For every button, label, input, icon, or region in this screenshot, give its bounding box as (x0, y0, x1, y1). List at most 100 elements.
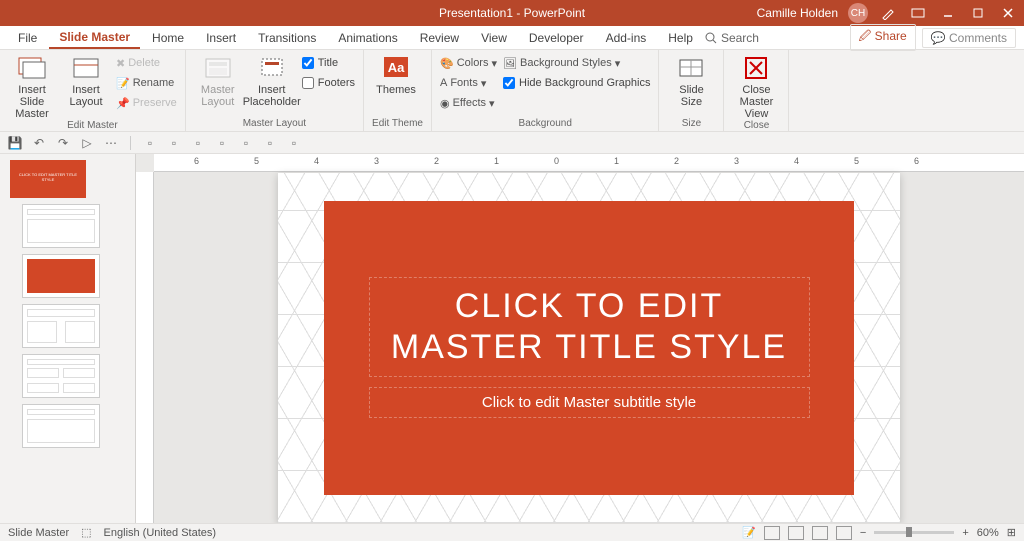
group-label: Size (667, 118, 715, 129)
redo-icon[interactable]: ↷ (54, 134, 72, 152)
group-master-layout: Master Layout Insert Placeholder Title F… (186, 50, 364, 131)
ribbon-display-icon[interactable] (908, 3, 928, 23)
group-label: Edit Theme (372, 118, 423, 129)
layout-thumbnail[interactable] (22, 354, 100, 398)
tab-home[interactable]: Home (142, 26, 194, 49)
master-layout-button[interactable]: Master Layout (194, 54, 242, 108)
chevron-down-icon: ▾ (491, 57, 497, 70)
qat-icon[interactable]: ▫ (165, 134, 183, 152)
close-master-view-button[interactable]: Close Master View (732, 54, 780, 120)
notes-button[interactable]: 📝 (742, 526, 756, 539)
group-label: Background (440, 118, 651, 129)
effects-icon: ◉ (440, 97, 450, 110)
fonts-button[interactable]: AFonts ▾ (440, 74, 497, 92)
delete-button[interactable]: ✖Delete (116, 54, 177, 72)
fonts-icon: A (440, 77, 447, 89)
undo-icon[interactable]: ↶ (30, 134, 48, 152)
master-layout-icon (202, 54, 234, 82)
more-icon[interactable]: ⋯ (102, 134, 120, 152)
layout-thumbnail[interactable] (22, 204, 100, 248)
slide-master[interactable]: CLICK TO EDIT MASTER TITLE STYLE Click t… (278, 173, 900, 523)
insert-slide-master-button[interactable]: Insert Slide Master (8, 54, 56, 120)
themes-button[interactable]: Aa Themes (372, 54, 420, 96)
slide-master-icon (16, 54, 48, 82)
slide-canvas[interactable]: CLICK TO EDIT MASTER TITLE STYLE Click t… (154, 172, 1024, 523)
tab-file[interactable]: File (8, 26, 47, 49)
zoom-level[interactable]: 60% (977, 527, 999, 539)
zoom-out-button[interactable]: − (860, 527, 866, 539)
subtitle-placeholder[interactable]: Click to edit Master subtitle style (369, 387, 810, 418)
insert-placeholder-button[interactable]: Insert Placeholder (248, 54, 296, 108)
group-close: Close Master View Close (724, 50, 789, 131)
fit-to-window-button[interactable]: ⊞ (1007, 526, 1016, 539)
tab-insert[interactable]: Insert (196, 26, 246, 49)
group-edit-master: Insert Slide Master Insert Layout ✖Delet… (0, 50, 186, 131)
insert-layout-button[interactable]: Insert Layout (62, 54, 110, 108)
chevron-down-icon: ▾ (481, 77, 487, 90)
close-icon[interactable] (998, 3, 1018, 23)
tab-help[interactable]: Help (658, 26, 703, 49)
slide-size-icon (675, 54, 707, 82)
quick-access-toolbar: 💾 ↶ ↷ ▷ ⋯ ▫ ▫ ▫ ▫ ▫ ▫ ▫ (0, 132, 1024, 154)
slideshow-button[interactable] (836, 526, 852, 540)
hide-bg-checkbox[interactable]: Hide Background Graphics (503, 74, 650, 92)
tab-view[interactable]: View (471, 26, 517, 49)
reading-view-button[interactable] (812, 526, 828, 540)
search-icon (705, 32, 717, 44)
slide-size-button[interactable]: Slide Size (667, 54, 715, 108)
master-thumbnail[interactable]: CLICK TO EDIT MASTER TITLE STYLE (10, 160, 86, 198)
qat-icon[interactable]: ▫ (141, 134, 159, 152)
ribbon-tabs: File Slide Master Home Insert Transition… (0, 26, 1024, 50)
horizontal-ruler[interactable]: 6 5 4 3 2 1 0 1 2 3 4 5 6 (154, 154, 1024, 172)
user-avatar[interactable]: CH (848, 3, 868, 23)
accessibility-icon[interactable]: ⬚ (81, 526, 91, 539)
zoom-in-button[interactable]: + (962, 527, 968, 539)
tab-animations[interactable]: Animations (328, 26, 407, 49)
effects-button[interactable]: ◉Effects ▾ (440, 94, 497, 112)
group-label: Edit Master (8, 120, 177, 131)
slide-sorter-button[interactable] (788, 526, 804, 540)
title-checkbox[interactable]: Title (302, 54, 355, 72)
tab-slide-master[interactable]: Slide Master (49, 26, 140, 49)
svg-text:Aa: Aa (388, 60, 405, 75)
delete-icon: ✖ (116, 57, 125, 70)
user-name[interactable]: Camille Holden (757, 6, 838, 20)
search-box[interactable]: Search (705, 31, 759, 45)
bg-styles-button[interactable]: 🖼Background Styles ▾ (503, 54, 650, 72)
qat-icon[interactable]: ▫ (213, 134, 231, 152)
normal-view-button[interactable] (764, 526, 780, 540)
tab-addins[interactable]: Add-ins (596, 26, 657, 49)
comments-button[interactable]: 💬 Comments (922, 28, 1016, 48)
footers-checkbox[interactable]: Footers (302, 74, 355, 92)
thumbnail-panel[interactable]: CLICK TO EDIT MASTER TITLE STYLE (0, 154, 136, 523)
layout-thumbnail[interactable] (22, 304, 100, 348)
layout-icon (70, 54, 102, 82)
preserve-button[interactable]: 📌Preserve (116, 94, 177, 112)
bg-styles-icon: 🖼 (503, 57, 517, 70)
vertical-ruler[interactable] (136, 172, 154, 523)
tab-developer[interactable]: Developer (519, 26, 594, 49)
maximize-icon[interactable] (968, 3, 988, 23)
tab-transitions[interactable]: Transitions (248, 26, 326, 49)
close-master-icon (740, 54, 772, 82)
colors-icon: 🎨 (440, 57, 454, 70)
share-button[interactable]: 🖉 Share (850, 24, 916, 51)
placeholder-icon (256, 54, 288, 82)
search-label: Search (721, 31, 759, 45)
rename-button[interactable]: 📝Rename (116, 74, 177, 92)
qat-icon[interactable]: ▫ (261, 134, 279, 152)
qat-icon[interactable]: ▫ (189, 134, 207, 152)
save-icon[interactable]: 💾 (6, 134, 24, 152)
layout-thumbnail[interactable] (22, 254, 100, 298)
tab-review[interactable]: Review (410, 26, 469, 49)
qat-icon[interactable]: ▫ (237, 134, 255, 152)
language-label[interactable]: English (United States) (104, 527, 217, 539)
minimize-icon[interactable] (938, 3, 958, 23)
zoom-slider[interactable] (874, 531, 954, 534)
start-from-beginning-icon[interactable]: ▷ (78, 134, 96, 152)
layout-thumbnail[interactable] (22, 404, 100, 448)
pen-icon[interactable] (878, 3, 898, 23)
title-placeholder[interactable]: CLICK TO EDIT MASTER TITLE STYLE (369, 277, 810, 377)
colors-button[interactable]: 🎨Colors ▾ (440, 54, 497, 72)
qat-icon[interactable]: ▫ (285, 134, 303, 152)
